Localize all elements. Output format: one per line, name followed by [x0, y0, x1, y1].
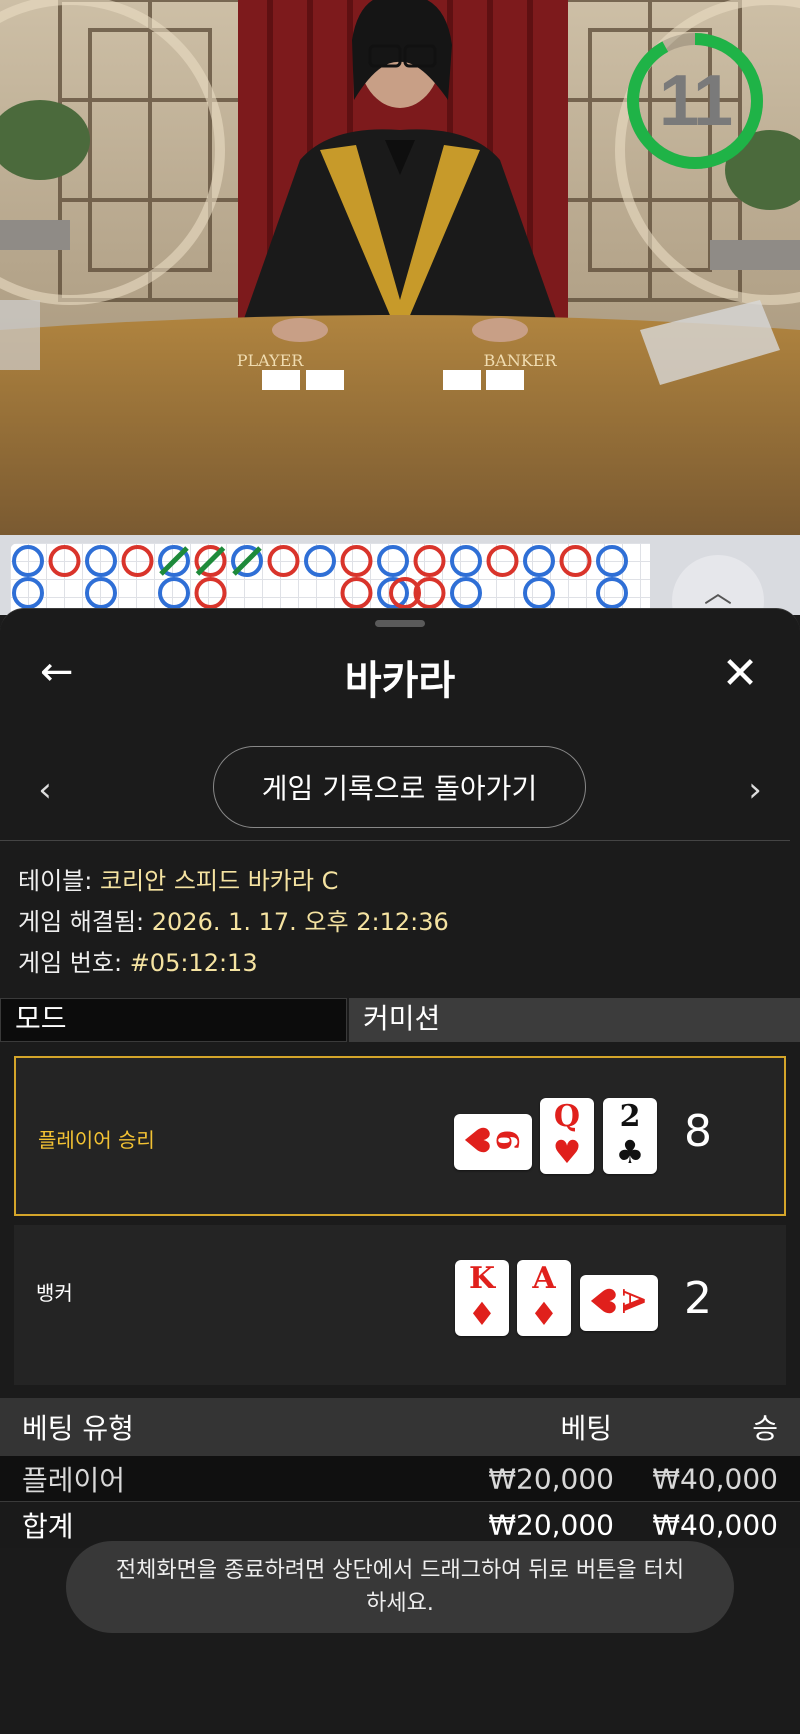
tab-commission[interactable]: 커미션 — [349, 998, 800, 1042]
banker-result-panel: 뱅커 K ♦ A ♦ ♥ A 2 — [14, 1225, 786, 1385]
table-banker-label: BANKER — [484, 351, 558, 370]
info-table-value: 코리안 스피드 바카라 C — [99, 867, 339, 895]
road-marker — [596, 577, 628, 609]
back-arrow-icon[interactable]: ← — [40, 652, 80, 692]
live-dealer-video: PLAYER BANKER 11 — [0, 0, 800, 535]
tab-mode[interactable]: 모드 — [0, 998, 347, 1042]
road-markers — [12, 545, 628, 609]
sheet-drag-handle[interactable] — [375, 620, 425, 627]
road-marker — [12, 545, 44, 577]
close-icon[interactable]: ✕ — [718, 652, 762, 696]
countdown-number: 11 — [658, 61, 733, 141]
win-amount-cell: ₩40,000 — [652, 1462, 778, 1495]
road-marker — [48, 545, 81, 577]
road-marker — [12, 577, 44, 609]
diamond-suit-icon: ♦ — [529, 1295, 559, 1333]
diamond-suit-icon: ♦ — [467, 1295, 497, 1333]
road-marker — [377, 545, 409, 577]
road-marker — [340, 545, 373, 577]
club-suit-icon: ♣ — [615, 1133, 645, 1171]
table-player-label: PLAYER — [237, 351, 305, 370]
win-amount-header: 승 — [752, 1412, 778, 1445]
player-card-2: Q ♥ — [540, 1098, 594, 1174]
road-marker — [85, 577, 117, 609]
bet-amount-header: 베팅 — [560, 1412, 612, 1445]
table-row: 플레이어 ₩20,000 ₩40,000 — [0, 1456, 800, 1502]
info-game-number: 게임 번호: #05:12:13 — [18, 943, 258, 978]
card-rank: 6 — [489, 1129, 524, 1151]
total-win-amount: ₩40,000 — [652, 1508, 778, 1542]
total-label: 합계 — [22, 1510, 74, 1543]
road-marker — [486, 545, 519, 577]
info-resolved: 게임 해결됨: 2026. 1. 17. 오후 2:12:36 — [18, 902, 449, 937]
chevron-left-icon[interactable]: ‹ — [30, 770, 60, 810]
road-marker — [523, 577, 555, 609]
chevron-right-icon[interactable]: › — [740, 770, 770, 810]
divider — [0, 840, 790, 841]
road-marker — [413, 545, 446, 577]
road-marker — [596, 545, 628, 577]
road-marker — [523, 545, 555, 577]
card-rank: K — [468, 1261, 496, 1296]
total-bet-amount: ₩20,000 — [488, 1508, 614, 1542]
road-marker — [85, 545, 117, 577]
bet-type-header: 베팅 유형 — [22, 1412, 134, 1445]
player-result-panel: 플레이어 승리 ♥ 6 Q ♥ 2 ♣ 8 — [14, 1056, 786, 1216]
road-marker — [450, 577, 482, 609]
player-result-label: 플레이어 승리 — [38, 1128, 155, 1152]
player-card-3: 2 ♣ — [603, 1098, 657, 1174]
banker-card-2: A ♦ — [517, 1260, 571, 1336]
card-rank: A — [532, 1261, 556, 1296]
road-marker — [194, 577, 227, 609]
card-rank: 2 — [619, 1099, 641, 1134]
card-rank: Q — [553, 1099, 581, 1134]
road-marker — [340, 577, 373, 609]
info-table: 테이블: 코리안 스피드 바카라 C — [18, 861, 338, 896]
road-marker — [121, 545, 154, 577]
back-to-history-button[interactable]: 게임 기록으로 돌아가기 — [213, 746, 586, 828]
info-game-number-value: #05:12:13 — [129, 949, 258, 977]
road-marker — [450, 545, 482, 577]
fullscreen-exit-toast: 전체화면을 종료하려면 상단에서 드래그하여 뒤로 버튼을 터치하세요. — [66, 1541, 734, 1633]
player-score: 8 — [684, 1106, 712, 1157]
info-table-label: 테이블: — [18, 867, 93, 895]
bet-amount-cell: ₩20,000 — [488, 1462, 614, 1495]
countdown-timer: 11 — [624, 30, 766, 172]
info-resolved-label: 게임 해결됨: — [18, 908, 145, 936]
info-resolved-value: 2026. 1. 17. 오후 2:12:36 — [151, 908, 449, 936]
banker-card-3: ♥ A — [580, 1275, 658, 1331]
info-game-number-label: 게임 번호: — [18, 949, 123, 977]
road-marker — [559, 545, 592, 577]
bets-table-header: 베팅 유형 베팅 승 — [0, 1398, 800, 1456]
banker-score: 2 — [684, 1273, 712, 1324]
banker-result-label: 뱅커 — [36, 1281, 73, 1305]
heart-suit-icon: ♥ — [552, 1133, 582, 1171]
banker-card-1: K ♦ — [455, 1260, 509, 1336]
page-title: 바카라 — [344, 658, 456, 704]
road-marker — [158, 577, 190, 609]
road-marker — [304, 545, 336, 577]
bet-type-cell: 플레이어 — [22, 1463, 126, 1497]
card-rank: A — [615, 1289, 650, 1313]
player-card-1: ♥ 6 — [454, 1114, 532, 1170]
road-marker — [267, 545, 300, 577]
